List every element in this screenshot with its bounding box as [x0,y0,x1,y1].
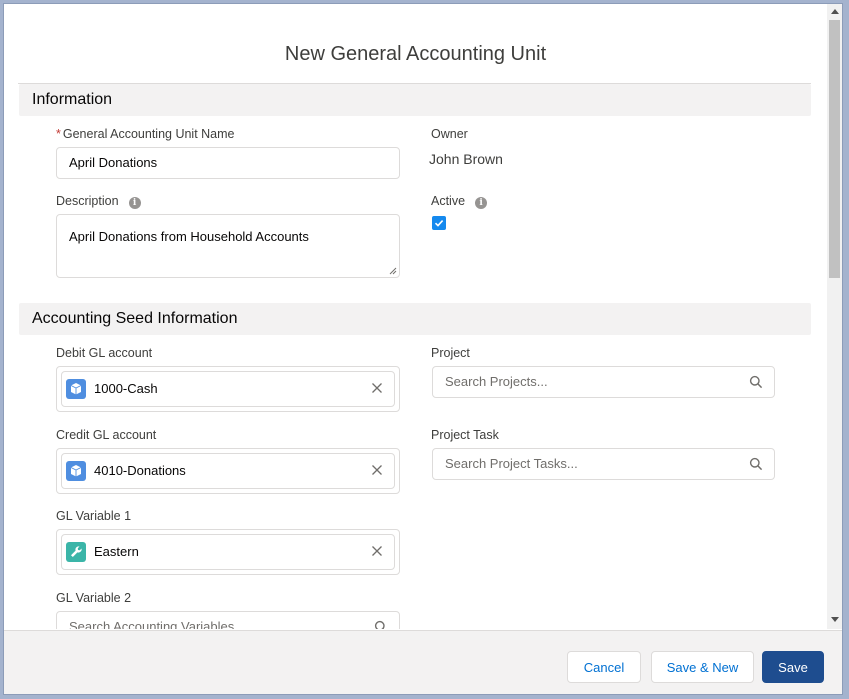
gl-variable-1-pill[interactable]: Eastern [61,534,395,570]
wrench-icon [66,542,86,562]
scroll-up-arrow-icon[interactable] [831,9,839,14]
save-button[interactable]: Save [762,651,824,683]
cube-icon [66,379,86,399]
active-checkbox[interactable] [432,216,446,230]
project-label: Project [431,346,470,360]
section-information[interactable]: Information [19,84,811,116]
scrollbar[interactable] [827,4,842,629]
project-task-label: Project Task [431,428,499,442]
gl-variable-2-label: GL Variable 2 [56,591,132,605]
project-task-search-input[interactable]: Search Project Tasks... [432,448,775,480]
project-placeholder: Search Projects... [445,374,548,389]
description-text: April Donations from Household Accounts [69,229,309,244]
scroll-thumb[interactable] [829,20,840,278]
check-icon [434,220,444,227]
resize-grip-icon[interactable] [389,267,397,275]
debit-gl-pill[interactable]: 1000-Cash [61,371,395,407]
active-label: Active i [431,194,488,209]
modal-footer: Cancel Save & New Save [4,630,842,694]
search-icon [749,375,763,389]
close-icon[interactable] [370,463,384,477]
gl-variable-2-search-input[interactable]: Search Accounting Variables... [56,611,400,629]
save-and-new-button[interactable]: Save & New [651,651,754,683]
debit-gl-label: Debit GL account [56,346,153,360]
required-mark: * [56,127,61,141]
close-icon[interactable] [370,544,384,558]
description-textarea[interactable]: April Donations from Household Accounts [56,214,400,278]
new-gau-modal: New General Accounting Unit Information … [3,3,843,695]
project-task-placeholder: Search Project Tasks... [445,456,578,471]
modal-title: New General Accounting Unit [284,43,547,65]
owner-value: John Brown [429,151,503,167]
cube-icon [66,461,86,481]
info-icon[interactable]: i [128,197,141,209]
modal-body: New General Accounting Unit Information … [4,4,827,629]
info-icon[interactable]: i [475,197,488,209]
owner-label: Owner [431,127,468,141]
credit-gl-lookup: 4010-Donations [56,448,400,494]
credit-gl-value: 4010-Donations [94,463,186,478]
gl-variable-2-placeholder: Search Accounting Variables... [69,619,246,629]
debit-gl-value: 1000-Cash [94,381,158,396]
cancel-button[interactable]: Cancel [567,651,641,683]
credit-gl-label: Credit GL account [56,428,157,442]
credit-gl-pill[interactable]: 4010-Donations [61,453,395,489]
gau-name-label: * General Accounting Unit Name [56,127,235,141]
description-label: Description i [56,194,141,209]
gau-name-input[interactable]: April Donations [56,147,400,179]
close-icon[interactable] [370,381,384,395]
section-accounting-seed[interactable]: Accounting Seed Information [19,303,811,335]
search-icon [749,457,763,471]
gl-variable-1-lookup: Eastern [56,529,400,575]
search-icon [374,620,385,629]
gl-variable-1-value: Eastern [94,544,139,559]
scroll-down-arrow-icon[interactable] [831,617,839,622]
project-search-input[interactable]: Search Projects... [432,366,775,398]
debit-gl-lookup: 1000-Cash [56,366,400,412]
gl-variable-1-label: GL Variable 1 [56,509,132,523]
